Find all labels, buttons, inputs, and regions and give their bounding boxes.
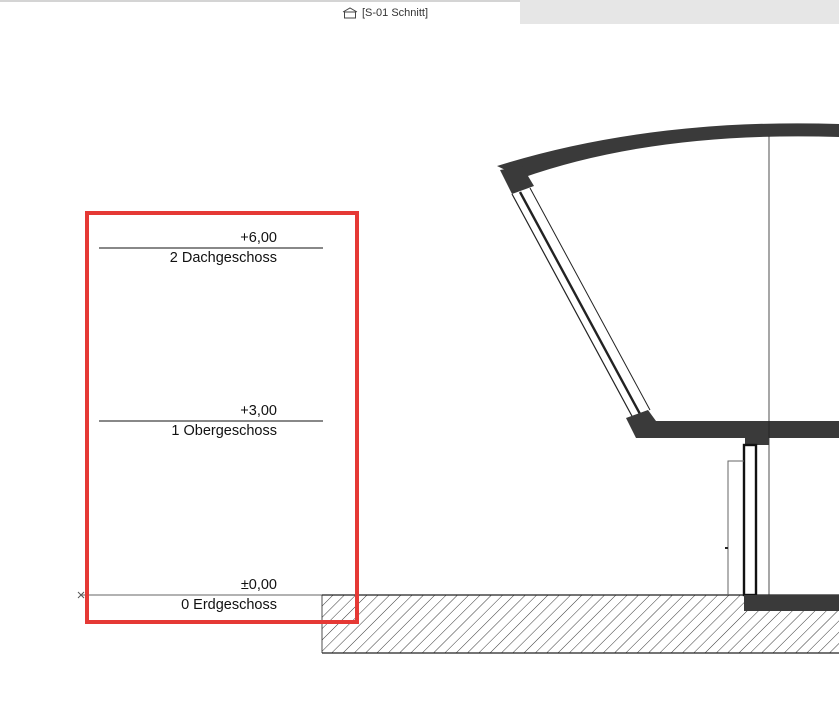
floor-slab-obergeschoss[interactable] — [626, 410, 839, 438]
slanted-glazing-wall[interactable] — [511, 187, 651, 419]
ground-floor-slab[interactable] — [744, 595, 839, 611]
door-frame[interactable] — [725, 460, 744, 595]
roof-shell[interactable] — [497, 123, 839, 178]
ground-floor-wall[interactable] — [742, 443, 758, 597]
highlight-selection-box — [85, 211, 359, 624]
